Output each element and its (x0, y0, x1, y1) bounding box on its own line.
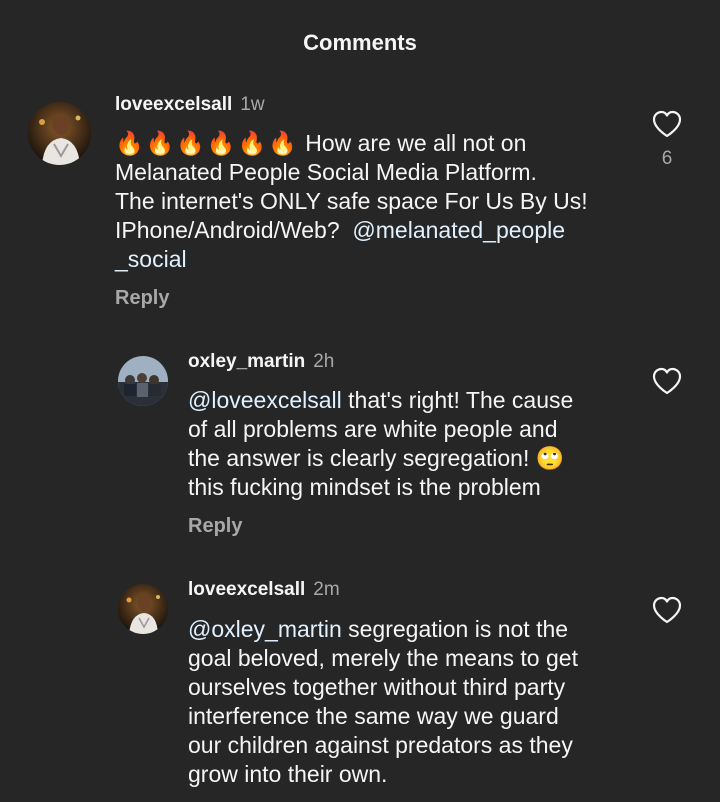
fire-emojis: 🔥🔥🔥🔥🔥🔥 (115, 130, 299, 156)
avatar[interactable] (118, 356, 168, 406)
heart-outline-icon[interactable] (652, 367, 682, 395)
username[interactable]: loveexcelsall (115, 94, 232, 115)
heart-outline-icon[interactable] (652, 596, 682, 624)
username[interactable]: loveexcelsall (188, 579, 305, 600)
comment-text: @oxley_martin segregation is not the goa… (188, 616, 578, 787)
reply-button[interactable]: Reply (188, 515, 242, 538)
timestamp: 2m (313, 579, 340, 600)
reply-button[interactable]: Reply (115, 287, 169, 310)
avatar[interactable] (28, 102, 91, 165)
timestamp: 1w (240, 94, 265, 115)
timestamp: 2h (313, 351, 335, 372)
username[interactable]: oxley_martin (188, 351, 305, 372)
comment-meta: oxley_martin 2h (188, 351, 334, 373)
comment-text: @loveexcelsall that's right! The cause o… (188, 387, 574, 500)
mention-link[interactable]: @loveexcelsall (188, 387, 342, 413)
mention-link-continued[interactable]: _social (115, 245, 635, 274)
comment-meta: loveexcelsall 1w (115, 94, 265, 116)
avatar[interactable] (118, 584, 168, 634)
like-count: 6 (661, 148, 673, 169)
mention-link[interactable]: @oxley_martin (188, 616, 342, 642)
comment-text: 🔥🔥🔥🔥🔥🔥 How are we all not on Melanated P… (115, 129, 635, 274)
comment-meta: loveexcelsall 2m (188, 579, 340, 601)
heart-outline-icon[interactable] (652, 110, 682, 138)
mention-link[interactable]: @melanated_people (352, 217, 565, 243)
page-title: Comments (303, 30, 417, 55)
